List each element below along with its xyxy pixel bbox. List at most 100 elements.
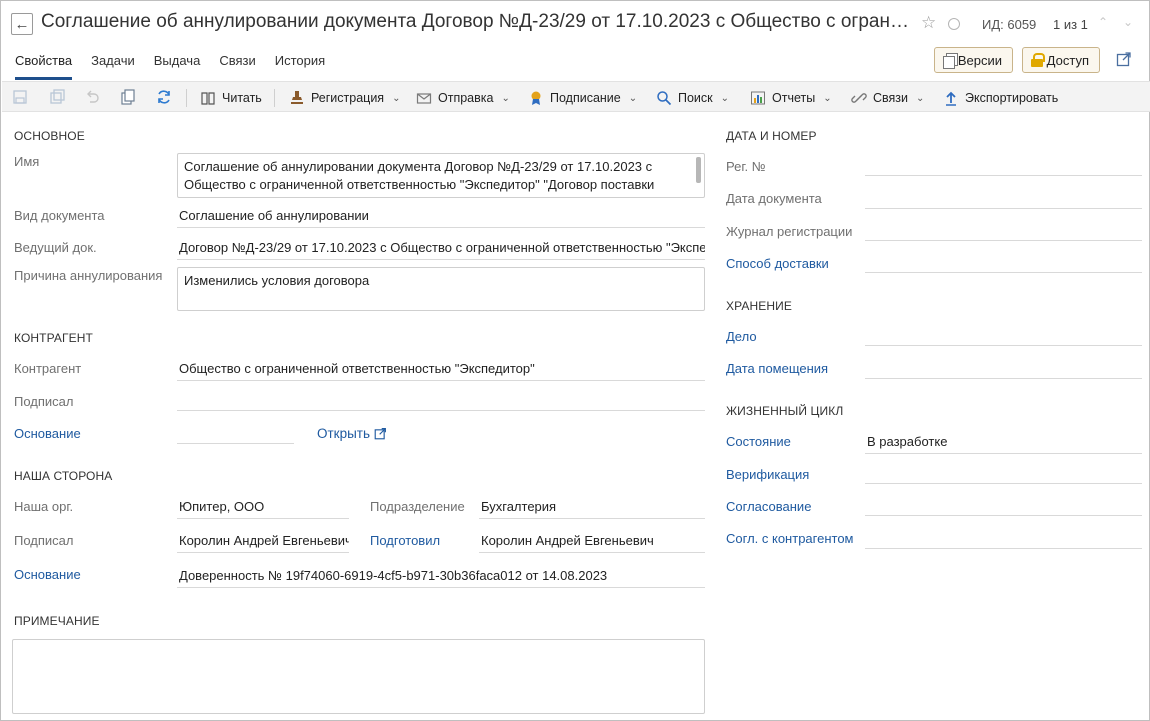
approval-link[interactable]: Согласование	[726, 499, 811, 514]
medal-icon	[531, 91, 541, 105]
section-note-heading: ПРИМЕЧАНИЕ	[14, 614, 100, 628]
document-card-window: ← Соглашение об аннулировании документа …	[0, 0, 1150, 721]
doc-date-field[interactable]	[865, 185, 1142, 209]
pager: 1 из 1	[1053, 17, 1088, 32]
open-link[interactable]: Открыть	[317, 426, 387, 441]
chevron-down-icon: ⌄	[628, 92, 638, 104]
export-button[interactable]: Экспортировать	[943, 89, 1058, 107]
tab-links[interactable]: Связи	[219, 53, 255, 79]
doc-kind-label: Вид документа	[14, 208, 105, 223]
tab-issuance[interactable]: Выдача	[154, 53, 201, 79]
toolbar: Читать Регистрация ⌄ Отправка ⌄ Подписан…	[2, 81, 1150, 112]
star-icon[interactable]: ☆	[921, 13, 936, 33]
approval-field[interactable]	[865, 492, 1142, 516]
lead-doc-label: Ведущий док.	[14, 240, 97, 255]
cp-basis-link[interactable]: Основание	[14, 426, 81, 441]
name-field[interactable]: Соглашение об аннулировании документа До…	[177, 153, 705, 198]
undo-icon[interactable]	[84, 89, 100, 105]
registration-menu[interactable]: Регистрация ⌄	[289, 89, 400, 107]
chevron-down-icon[interactable]: ⌄	[1123, 15, 1133, 29]
state-link[interactable]: Состояние	[726, 434, 791, 449]
our-org-field[interactable]: Юпитер, ООО	[177, 495, 349, 519]
sending-label: Отправка	[438, 91, 494, 105]
section-main-heading: ОСНОВНОЕ	[14, 129, 85, 143]
toolbar-separator	[274, 89, 275, 107]
versions-icon	[943, 53, 958, 69]
access-button[interactable]: Доступ	[1022, 47, 1100, 73]
search-icon	[657, 91, 672, 106]
save-and-close-icon[interactable]	[49, 89, 65, 105]
arrow-left-icon: ←	[14, 15, 30, 33]
placed-date-field[interactable]	[865, 355, 1142, 379]
name-label: Имя	[14, 154, 40, 169]
chevron-down-icon: ⌄	[392, 92, 401, 104]
save-icon[interactable]	[12, 89, 28, 105]
doc-kind-field[interactable]: Соглашение об аннулировании	[177, 204, 705, 228]
note-field[interactable]	[12, 639, 705, 714]
counterparty-field[interactable]: Общество с ограниченной ответственностью…	[177, 357, 705, 381]
verification-link[interactable]: Верификация	[726, 467, 809, 482]
signing-label: Подписание	[550, 91, 621, 105]
status-circle-icon	[948, 18, 960, 30]
document-title: Соглашение об аннулировании документа До…	[41, 11, 911, 32]
search-menu[interactable]: Поиск ⌄	[656, 89, 729, 107]
section-date-number-heading: ДАТА И НОМЕР	[726, 129, 817, 143]
cp-signed-field[interactable]	[177, 387, 705, 411]
section-our-side-heading: НАША СТОРОНА	[14, 469, 113, 483]
chevron-down-icon: ⌄	[501, 92, 510, 104]
versions-button[interactable]: Версии	[934, 47, 1013, 73]
title-bar: ← Соглашение об аннулировании документа …	[1, 1, 1149, 45]
doc-date-label: Дата документа	[726, 191, 822, 206]
prepared-field[interactable]: Королин Андрей Евгеньевич	[479, 529, 705, 553]
copy-icon[interactable]	[120, 89, 136, 105]
lock-icon	[1031, 53, 1045, 67]
cp-approval-field[interactable]	[865, 525, 1142, 549]
chevron-down-icon: ⌄	[916, 92, 925, 104]
chevron-down-icon: ⌄	[823, 92, 832, 104]
state-field[interactable]: В разработке	[865, 430, 1142, 454]
scrollbar-thumb[interactable]	[696, 157, 701, 183]
verification-field[interactable]	[865, 460, 1142, 484]
back-button[interactable]: ←	[11, 13, 33, 35]
name-value: Соглашение об аннулировании документа До…	[184, 159, 655, 197]
read-button[interactable]: Читать	[200, 89, 262, 107]
search-label: Поиск	[678, 91, 713, 105]
cp-approval-link[interactable]: Согл. с контрагентом	[726, 531, 854, 546]
reason-label: Причина аннулирования	[14, 268, 163, 283]
cp-signed-label: Подписал	[14, 394, 74, 409]
refresh-icon[interactable]	[156, 89, 172, 105]
sending-menu[interactable]: Отправка ⌄	[416, 89, 510, 107]
lead-doc-field[interactable]: Договор №Д-23/29 от 17.10.2023 с Обществ…	[177, 236, 705, 260]
reports-label: Отчеты	[772, 91, 816, 105]
book-icon	[201, 92, 215, 105]
reports-menu[interactable]: Отчеты ⌄	[750, 89, 832, 107]
open-in-new-window-icon[interactable]	[1116, 51, 1132, 67]
case-field[interactable]	[865, 322, 1142, 346]
tab-properties[interactable]: Свойства	[15, 53, 73, 80]
chevron-up-icon[interactable]: ⌃	[1098, 15, 1108, 29]
tab-history[interactable]: История	[275, 53, 325, 79]
delivery-field[interactable]	[865, 249, 1142, 273]
department-field[interactable]: Бухгалтерия	[479, 495, 705, 519]
our-basis-link[interactable]: Основание	[14, 567, 81, 582]
toolbar-separator	[186, 89, 187, 107]
prepared-link[interactable]: Подготовил	[370, 533, 440, 548]
placed-date-link[interactable]: Дата помещения	[726, 361, 828, 376]
access-label: Доступ	[1046, 52, 1089, 68]
chevron-down-icon: ⌄	[720, 92, 730, 104]
tab-tasks[interactable]: Задачи	[91, 53, 135, 79]
reg-no-field[interactable]	[865, 152, 1142, 176]
cp-basis-field[interactable]	[177, 420, 294, 444]
journal-field[interactable]	[865, 217, 1142, 241]
our-basis-field[interactable]: Доверенность № 19f74060-6919-4cf5-b971-3…	[177, 564, 705, 588]
read-label: Читать	[222, 91, 262, 105]
delivery-link[interactable]: Способ доставки	[726, 256, 829, 271]
our-signed-field[interactable]: Королин Андрей Евгеньевич	[177, 529, 349, 553]
reason-field[interactable]: Изменились условия договора	[177, 267, 705, 311]
stamp-icon	[291, 91, 303, 104]
links-menu[interactable]: Связи ⌄	[851, 89, 924, 107]
open-link-label: Открыть	[317, 426, 371, 441]
case-link[interactable]: Дело	[726, 329, 757, 344]
signing-menu[interactable]: Подписание ⌄	[528, 89, 637, 107]
versions-label: Версии	[957, 52, 1002, 68]
